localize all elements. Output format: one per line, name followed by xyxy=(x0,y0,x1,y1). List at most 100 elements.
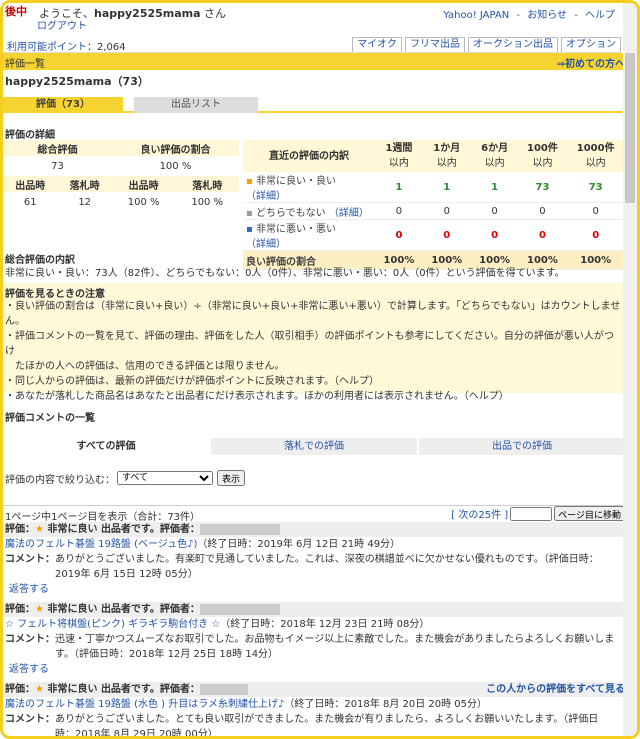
period-header: 1週間 以内 xyxy=(375,140,423,172)
top-bar: 後中 ようこそ、happy2525mama さん ログアウト Yahoo! JA… xyxy=(3,3,637,37)
period-header: 6か月 以内 xyxy=(470,140,519,172)
breakdown-text: 非常に良い・良い：73人（82件）、どちらでもない：0人（0件）、非常に悪い・悪… xyxy=(5,268,565,279)
detail-link[interactable]: （詳細） xyxy=(246,191,286,202)
filter-label: 評価の内容で絞り込む： xyxy=(5,474,115,486)
masked-rater xyxy=(199,683,248,695)
nav-tabs: マイオク フリマ出品 オークション出品 オプション xyxy=(349,37,621,52)
breakdown-row-neutral: ▪ どちらでもない （詳細） 00000 xyxy=(243,202,625,220)
breakdown-row-good: ▪ 非常に良い・良い （詳細） 1 1 1 73 73 xyxy=(243,172,625,203)
next-page-link[interactable]: [ 次の25件 ] xyxy=(451,506,508,521)
notice-link[interactable]: お知らせ xyxy=(527,10,567,21)
tab-auction-listing[interactable]: オークション出品 xyxy=(468,37,558,52)
summary-table: 総合評価 良い評価の割合 73 100 % 出品時 落札時 出品時 落札時 61 12 100… xyxy=(3,140,239,212)
site-logo[interactable]: 後中 xyxy=(5,3,27,19)
tab-all-ratings[interactable]: すべての評価 xyxy=(3,438,209,455)
yahoo-japan-link[interactable]: Yahoo! JAPAN xyxy=(443,10,509,21)
notes-title: 評価を見るときの注意 xyxy=(5,289,105,300)
goto-page-button[interactable]: ページ目に移動 xyxy=(554,506,625,521)
tab-buyer-ratings[interactable]: 落札での評価 xyxy=(211,438,417,455)
tab-myauc[interactable]: マイオク xyxy=(352,37,402,52)
entry-header: 評価：★ 非常に良い 出品者です。評価者： xyxy=(3,602,625,617)
entry-item: 魔法のフェルト碁盤 19路盤 (ベージュ色♪)（終了日時：2019年 6月 12… xyxy=(5,539,401,550)
entry-comment: コメント： ありがとうございました。有楽町で見通していました。これは、深夜の棋譜並… xyxy=(5,554,599,580)
comment-tabs: すべての評価 落札での評価 出品での評価 xyxy=(3,438,625,455)
rating-entry: 評価：★ 非常に良い 出品者です。評価者： この人からの評価をすべて見る 魔法のフ… xyxy=(3,682,625,739)
reply-link[interactable]: 返答する xyxy=(3,662,625,677)
comments-title: 評価コメントの一覧 xyxy=(5,413,95,424)
logout-link[interactable]: ログアウト xyxy=(37,17,87,32)
pager: 1ページ中1ページ目を表示（合計：73件） [ 次の25件 ] ページ目に移動 xyxy=(3,505,625,523)
tab-flea-listing[interactable]: フリマ出品 xyxy=(405,37,465,52)
sub-value: 61 xyxy=(23,196,37,208)
points-label[interactable]: 利用可能ポイント xyxy=(7,42,87,53)
tab-options[interactable]: オプション xyxy=(561,37,621,52)
breakdown-row-bad: ▪ 非常に悪い・悪い （詳細） 00000 xyxy=(243,219,625,251)
filter-show-button[interactable]: 表示 xyxy=(217,470,246,486)
separator: - xyxy=(574,10,578,21)
period-header: 1000件 以内 xyxy=(566,140,625,172)
good-ratio-header: 良い評価の割合 xyxy=(111,140,239,156)
entry-item: ☆ フェルト将棋盤(ピンク) ギラギラ駒台付き ☆（終了日時：2018年 12月… xyxy=(5,619,430,630)
profile-tabs: 評価（73） 出品リスト xyxy=(3,95,625,113)
tab-rating[interactable]: 評価（73） xyxy=(3,97,123,113)
star-icon: ★ xyxy=(35,604,44,615)
detail-link[interactable]: （詳細） xyxy=(246,239,286,250)
tab-seller-ratings[interactable]: 出品での評価 xyxy=(419,438,625,455)
sub-header: 落札時 xyxy=(175,176,239,192)
entry-comment: コメント： ありがとうございました。とても良い取引ができました。また機会が有りまし… xyxy=(5,714,599,739)
scrollbar-thumb[interactable] xyxy=(625,53,635,203)
pager-status: 1ページ中1ページ目を表示（合計：73件） xyxy=(5,512,201,523)
note-item: ・同じ人からの評価は、最新の評価だけが評価ポイントに反映されます。（ヘルプ） xyxy=(5,376,379,387)
good-ratio-value: 100 % xyxy=(159,160,192,172)
points-row: 利用可能ポイント：2,064 マイオク フリマ出品 オークション出品 オプション xyxy=(3,37,621,53)
sub-value: 12 xyxy=(78,196,92,208)
sub-header: 出品時 xyxy=(111,176,176,192)
entry-comment: コメント： 迅速・丁寧かつスムーズなお取引でした。お品物もイメージ以上に素敵でした… xyxy=(5,634,615,660)
note-item: ・評価コメントの一覧を見て、評価の理由、評価をした人（取引相手）の評価ポイントも… xyxy=(5,331,614,357)
note-item: たほかの人への評価は、信用のできる評価とは限りません。 xyxy=(5,361,285,372)
filter-row: 評価の内容で絞り込む： すべて 表示 xyxy=(5,470,246,486)
total-rating-value: 73 xyxy=(51,160,64,172)
breakdown-header: 直近の評価の内訳 xyxy=(243,140,375,172)
all-ratings-from-user-link[interactable]: この人からの評価をすべて見る xyxy=(486,682,625,697)
tab-listing[interactable]: 出品リスト xyxy=(134,97,258,113)
star-icon: ★ xyxy=(35,684,44,695)
profile-name: happy2525mama（73） xyxy=(5,75,149,88)
item-link[interactable]: 魔法のフェルト碁盤 19路盤 (ベージュ色♪) xyxy=(5,539,197,550)
top-links: Yahoo! JAPAN - お知らせ - ヘルプ xyxy=(439,6,615,21)
entry-item: 魔法のフェルト碁盤 19路盤 (水色 ) 升目はラメ糸刺繍仕上げ♪（終了日時：2… xyxy=(5,699,488,710)
entry-header: 評価：★ 非常に良い 出品者です。評価者： xyxy=(3,522,625,537)
reply-link[interactable]: 返答する xyxy=(3,582,625,597)
scrollbar[interactable] xyxy=(623,3,637,736)
masked-rater xyxy=(199,523,280,535)
first-time-link[interactable]: ⇒初めての方へ xyxy=(557,55,625,70)
points-value: ：2,064 xyxy=(87,42,126,53)
item-link[interactable]: ☆ フェルト将棋盤(ピンク) ギラギラ駒台付き ☆ xyxy=(5,619,220,630)
section-bar: 評価一覧 ⇒初めての方へ xyxy=(3,53,625,70)
sub-value: 100 % xyxy=(191,196,224,208)
star-icon: ★ xyxy=(35,524,44,535)
rating-entry: 評価：★ 非常に良い 出品者です。評価者： ☆ フェルト将棋盤(ピンク) ギラギ… xyxy=(3,602,625,677)
help-link[interactable]: ヘルプ xyxy=(585,10,615,21)
username: happy2525mama xyxy=(94,7,201,20)
note-item: ・あなたが落札した商品名はあなたと出品者にだけ表示されます。ほかの利用者には表示… xyxy=(5,391,509,402)
total-rating-header: 総合評価 xyxy=(3,140,112,156)
sub-value: 100 % xyxy=(127,196,160,208)
item-link[interactable]: 魔法のフェルト碁盤 19路盤 (水色 ) 升目はラメ糸刺繍仕上げ♪ xyxy=(5,699,284,710)
notes-box: 評価を見るときの注意 ・良い評価の割合は（非常に良い+良い）÷（非常に良い+良い… xyxy=(3,283,625,402)
page-number-input[interactable] xyxy=(510,506,553,521)
details-title: 評価の詳細 xyxy=(5,130,55,141)
rating-entry: 評価：★ 非常に良い 出品者です。評価者： 魔法のフェルト碁盤 19路盤 (ベー… xyxy=(3,522,625,597)
recent-breakdown-table: 直近の評価の内訳 1週間 以内 1か月 以内 6か月 以内 100件 以内 1000件以… xyxy=(243,140,625,270)
breakdown-title: 総合評価の内訳 xyxy=(5,255,75,266)
period-header: 100件 以内 xyxy=(518,140,567,172)
masked-rater xyxy=(199,603,280,615)
note-item: ・良い評価の割合は（非常に良い+良い）÷（非常に良い+良い+非常に悪い+悪い）で… xyxy=(5,301,621,327)
separator: - xyxy=(516,10,521,21)
sub-header: 落札時 xyxy=(57,176,112,192)
filter-select[interactable]: すべて xyxy=(117,471,213,485)
section-title: 評価一覧 xyxy=(5,59,45,70)
detail-link[interactable]: （詳細） xyxy=(329,208,369,219)
points: 利用可能ポイント：2,064 xyxy=(7,38,126,53)
page-frame: 後中 ようこそ、happy2525mama さん ログアウト Yahoo! JA… xyxy=(0,0,640,739)
